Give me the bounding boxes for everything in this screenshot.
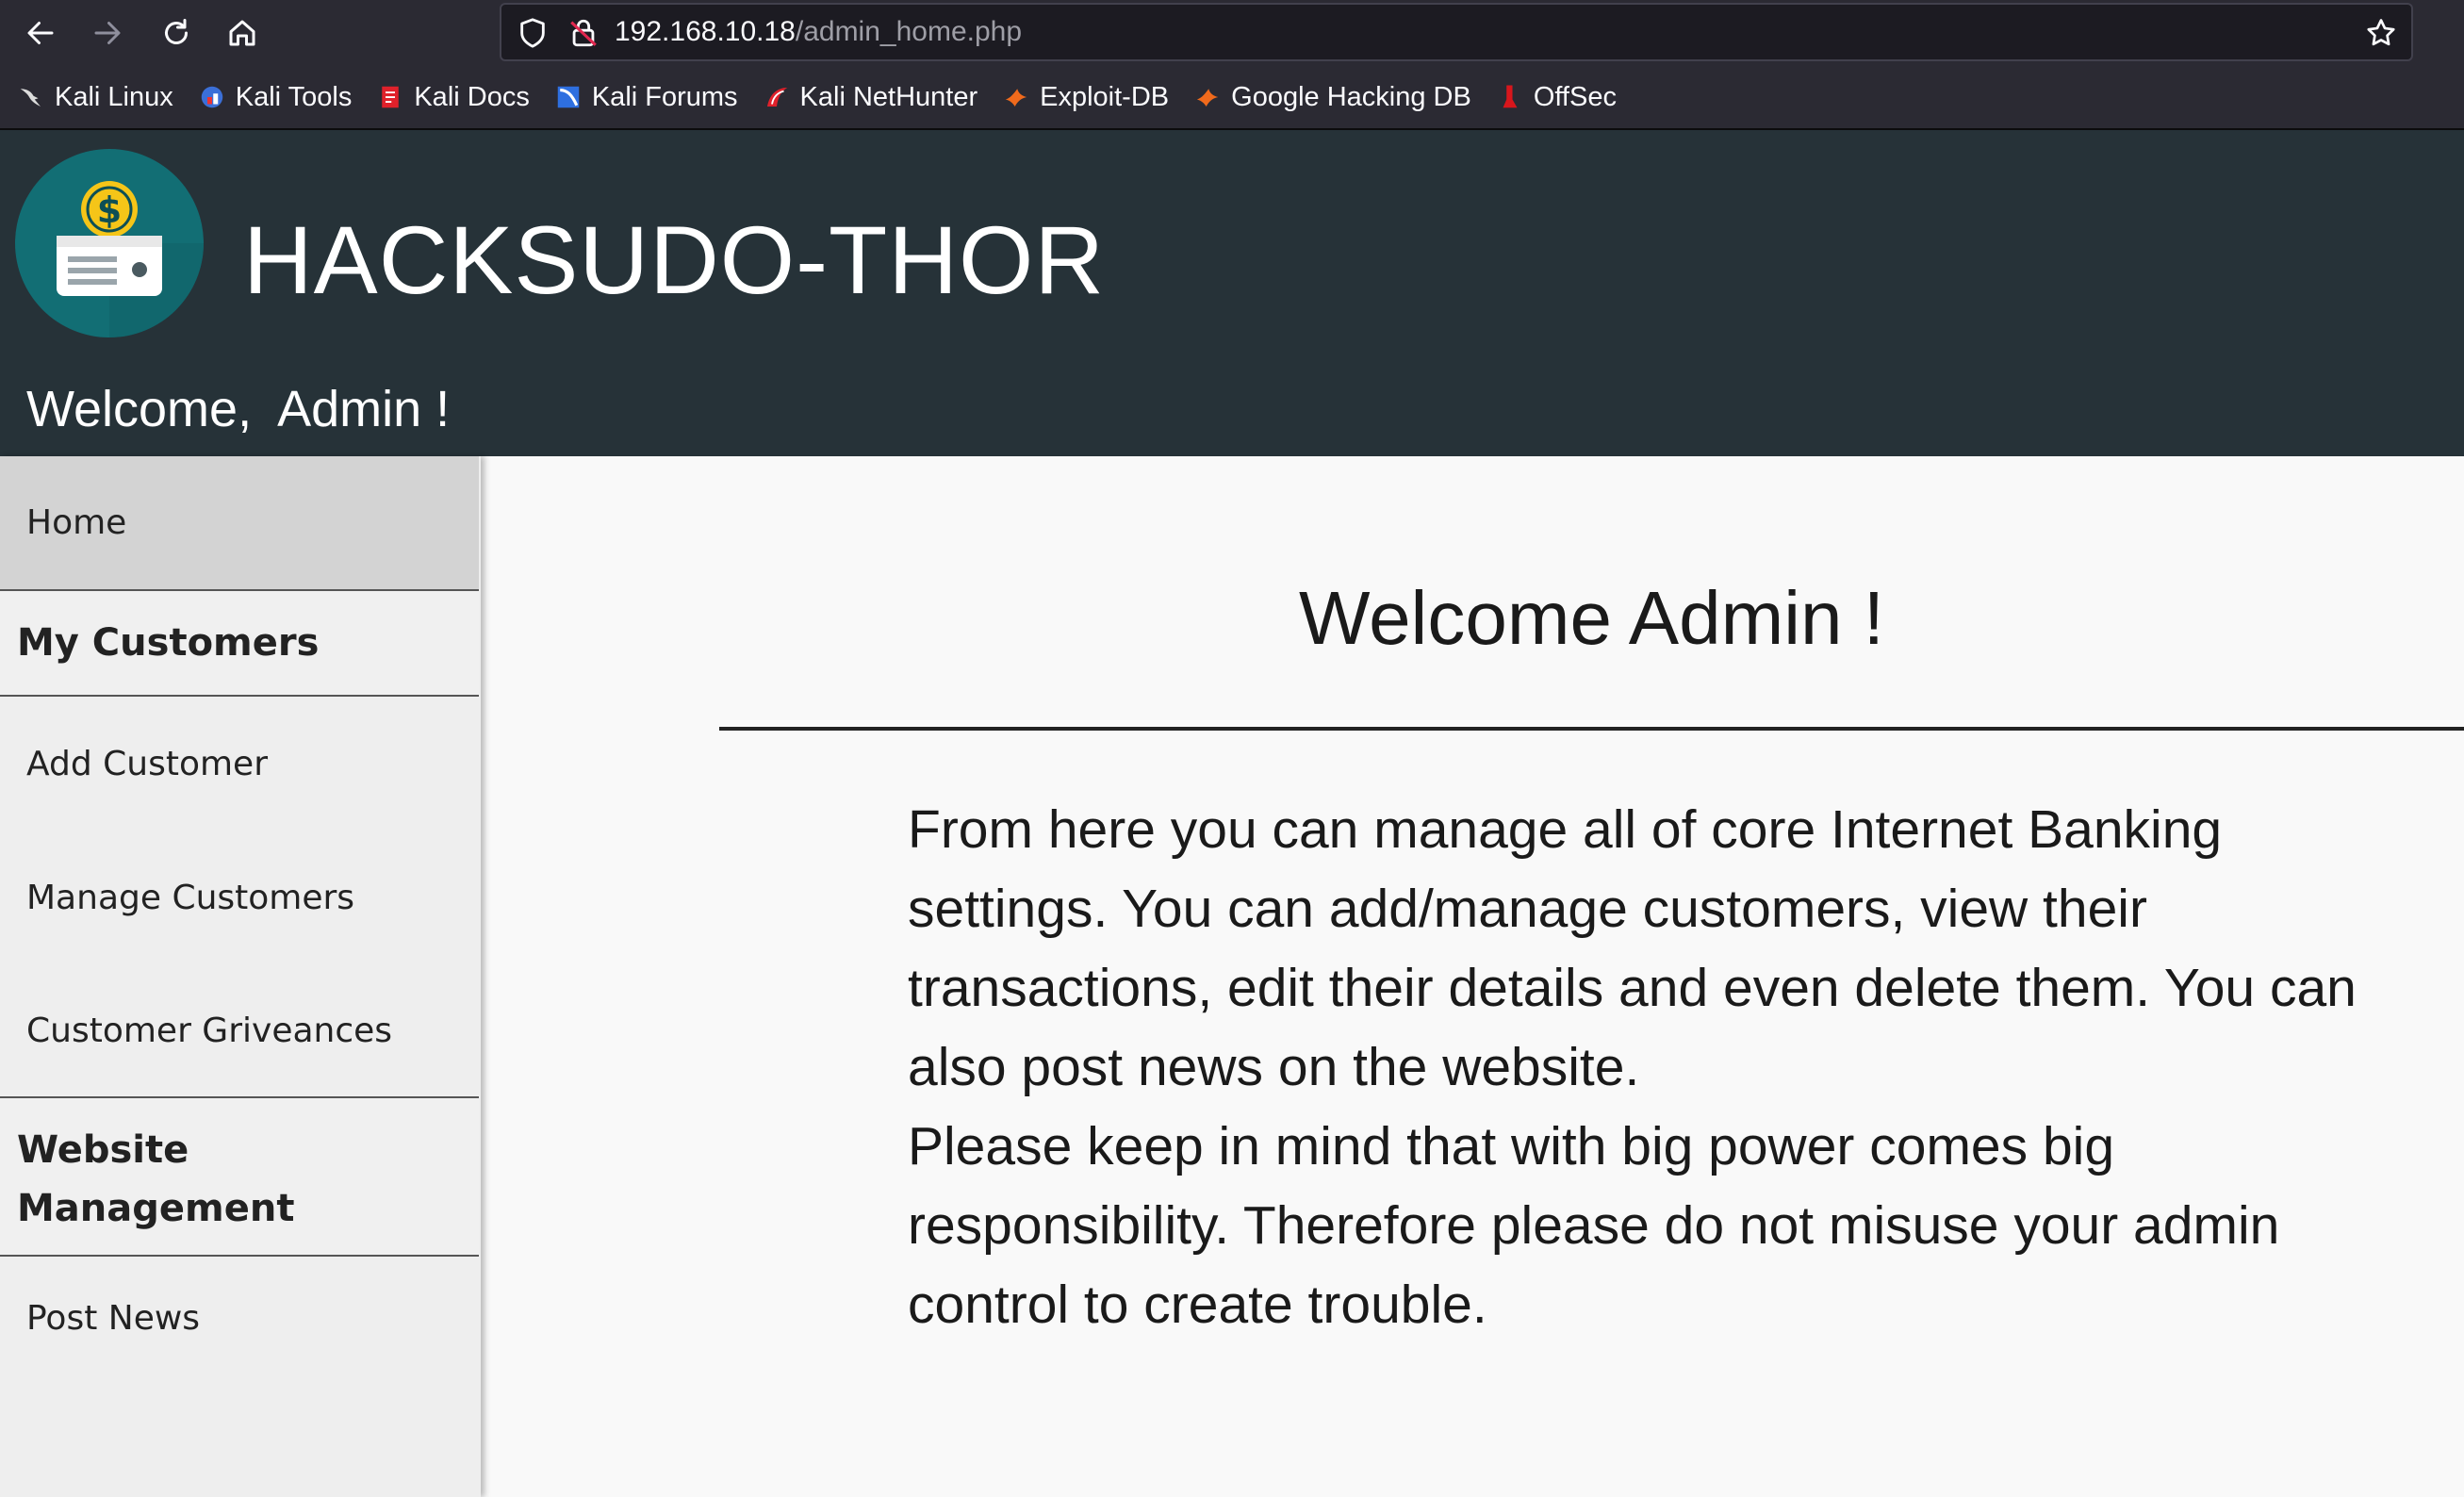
home-icon <box>229 20 255 46</box>
shield-icon[interactable] <box>517 17 549 49</box>
title-divider <box>719 727 2464 731</box>
reload-button[interactable] <box>153 9 200 57</box>
sidebar-heading-line1: Website <box>17 1128 189 1172</box>
bookmark-label: Exploit-DB <box>1040 81 1170 112</box>
kali-nethunter-icon <box>766 88 787 107</box>
sidebar-item-label: Customer Griveances <box>26 1011 393 1050</box>
bookmark-kali-docs[interactable]: Kali Docs <box>376 82 530 113</box>
sidebar-item-manage-customers[interactable]: Manage Customers <box>0 831 479 964</box>
bookmark-label: Google Hacking DB <box>1231 81 1471 112</box>
kali-tools-icon <box>201 86 222 108</box>
bookmark-kali-forums[interactable]: Kali Forums <box>554 82 738 113</box>
bookmark-label: OffSec <box>1533 81 1617 112</box>
arrow-right-icon <box>94 22 121 44</box>
sidebar-heading-line2: Management <box>17 1187 295 1230</box>
bookmark-google-hacking-db[interactable]: Google Hacking DB <box>1193 82 1471 113</box>
intro-text: From here you can manage all of core Int… <box>908 790 2378 1344</box>
bookmark-exploit-db[interactable]: Exploit-DB <box>1002 82 1169 113</box>
intro-paragraph-2: Please keep in mind that with big power … <box>908 1116 2280 1335</box>
url-bar[interactable]: 192.168.10.18/admin_home.php <box>500 3 2413 61</box>
back-button[interactable] <box>17 9 64 57</box>
sidebar: Home My Customers Add Customer Manage Cu… <box>0 456 481 1497</box>
arrow-left-icon <box>27 22 54 44</box>
intro-paragraph-1: From here you can manage all of core Int… <box>908 799 2357 1097</box>
sidebar-heading-website-management: Website Management <box>0 1096 479 1257</box>
site-header: $ HACKSUDO-THOR Welcome, Admin ! <box>0 130 2464 456</box>
bookmark-star-icon[interactable] <box>2364 16 2398 50</box>
bookmark-label: Kali Forums <box>591 81 738 112</box>
kali-docs-icon <box>382 86 400 108</box>
bookmark-label: Kali Docs <box>414 81 530 112</box>
site-title: HACKSUDO-THOR <box>243 206 1106 314</box>
sidebar-item-label: Add Customer <box>26 744 269 783</box>
sidebar-item-post-news[interactable]: Post News <box>0 1257 479 1379</box>
bookmark-label: Kali Linux <box>55 81 173 112</box>
browser-toolbar: 192.168.10.18/admin_home.php <box>0 0 2464 66</box>
sidebar-heading-label: My Customers <box>17 621 320 665</box>
sidebar-item-label: Manage Customers <box>26 878 355 917</box>
home-button[interactable] <box>219 9 266 57</box>
svg-text:$: $ <box>97 189 122 231</box>
bookmark-label: Kali NetHunter <box>799 81 978 112</box>
ghdb-icon <box>1196 89 1219 107</box>
kali-dragon-icon <box>20 89 41 107</box>
bookmark-offsec[interactable]: OffSec <box>1496 82 1617 113</box>
page-title: Welcome Admin ! <box>1299 576 1884 660</box>
bookmark-label: Kali Tools <box>235 81 353 112</box>
kali-forums-icon <box>557 86 580 108</box>
reload-icon <box>165 19 188 44</box>
exploit-db-icon <box>1005 89 1027 107</box>
sidebar-item-add-customer[interactable]: Add Customer <box>0 697 479 831</box>
bookmark-kali-tools[interactable]: Kali Tools <box>198 81 353 113</box>
bookmark-kali-linux[interactable]: Kali Linux <box>17 82 173 113</box>
sidebar-item-label: Home <box>26 503 127 542</box>
sidebar-heading-my-customers: My Customers <box>0 591 479 697</box>
url-text[interactable]: 192.168.10.18/admin_home.php <box>615 16 1022 48</box>
url-host: 192.168.10.18 <box>615 16 796 47</box>
welcome-user-text: Welcome, Admin ! <box>26 381 451 437</box>
url-path: /admin_home.php <box>795 16 1023 47</box>
insecure-lock-icon[interactable] <box>567 16 600 50</box>
sidebar-item-home[interactable]: Home <box>0 456 479 591</box>
offsec-icon <box>1503 85 1518 108</box>
sidebar-item-customer-grievances[interactable]: Customer Griveances <box>0 964 479 1096</box>
bookmarks-bar: Kali Linux Kali Tools Kali Docs Kali For… <box>0 66 2464 130</box>
bookmark-kali-nethunter[interactable]: Kali NetHunter <box>763 81 978 113</box>
sidebar-item-label: Post News <box>26 1298 201 1338</box>
bank-cash-logo-icon: $ <box>15 149 204 337</box>
forward-button[interactable] <box>84 9 131 57</box>
